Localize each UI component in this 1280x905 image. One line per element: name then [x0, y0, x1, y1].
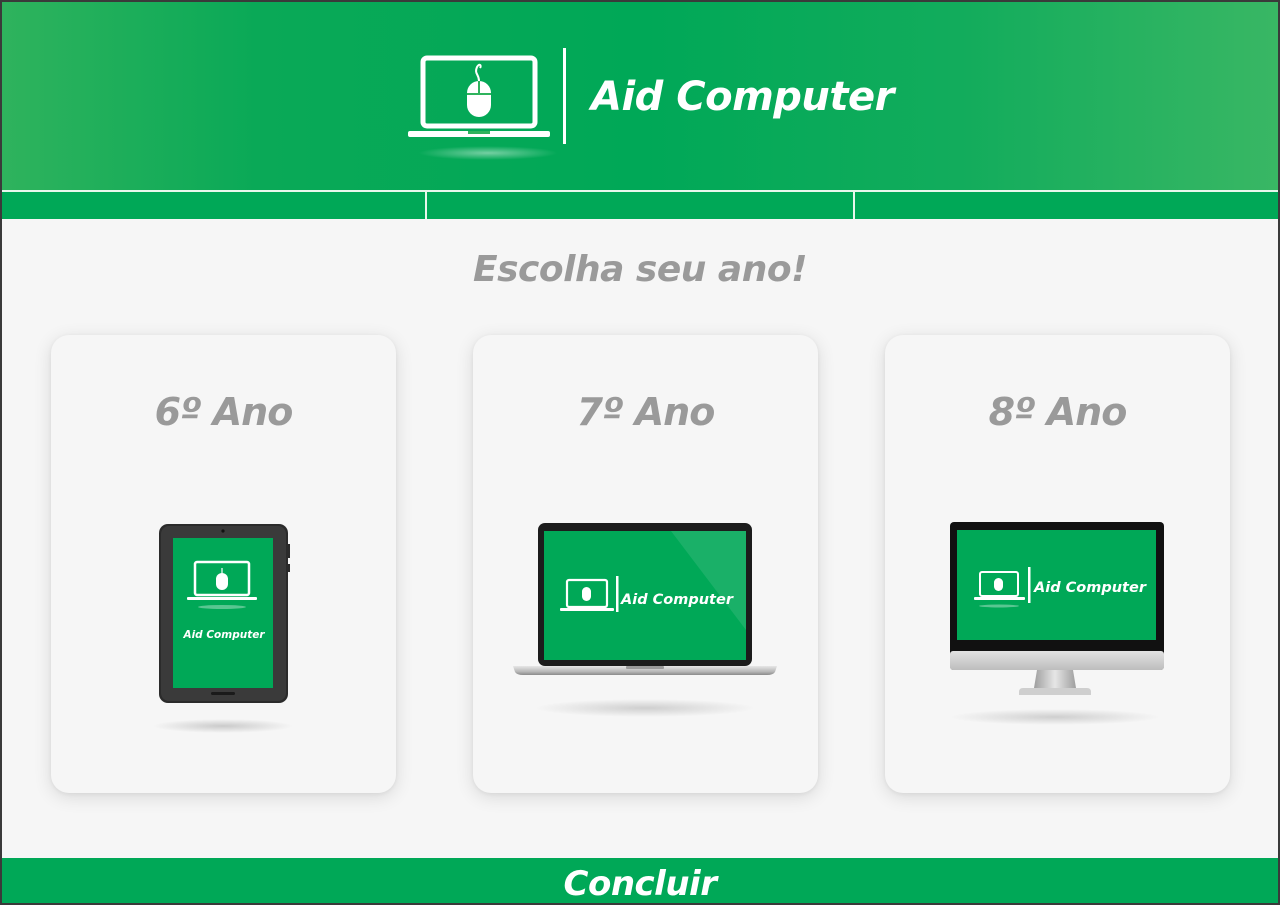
app-logo: Aid Computer	[406, 46, 894, 166]
nav-tab-3[interactable]	[855, 192, 1280, 219]
laptop-mouse-icon	[408, 55, 550, 137]
year-card-8[interactable]: 8º Ano Aid Computer	[885, 335, 1230, 793]
page-heading: Escolha seu ano!	[473, 249, 807, 290]
screen-label: Aid Computer	[1033, 580, 1147, 596]
nav-tab-1[interactable]	[0, 192, 428, 219]
logo-shadow	[418, 146, 558, 160]
app-title: Aid Computer	[591, 74, 894, 120]
year-card-6[interactable]: 6º Ano Aid Computer	[51, 335, 396, 793]
laptop-icon	[513, 523, 777, 717]
card-title: 6º Ano	[154, 390, 294, 434]
screen-label: Aid Computer	[182, 629, 265, 641]
header: Aid Computer	[0, 0, 1280, 190]
conclude-button-label: Concluir	[563, 863, 717, 904]
card-title: 8º Ano	[988, 390, 1128, 434]
nav-tab-2[interactable]	[427, 192, 855, 219]
screen-label: Aid Computer	[620, 592, 734, 608]
year-card-7[interactable]: 7º Ano Aid Computer	[473, 335, 818, 793]
tablet-icon: Aid Computer	[153, 524, 293, 733]
logo-divider	[563, 48, 566, 144]
desktop-monitor-icon	[950, 522, 1164, 725]
card-title: 7º Ano	[576, 390, 716, 434]
nav-bar	[0, 190, 1280, 219]
conclude-button[interactable]: Concluir	[0, 858, 1280, 905]
